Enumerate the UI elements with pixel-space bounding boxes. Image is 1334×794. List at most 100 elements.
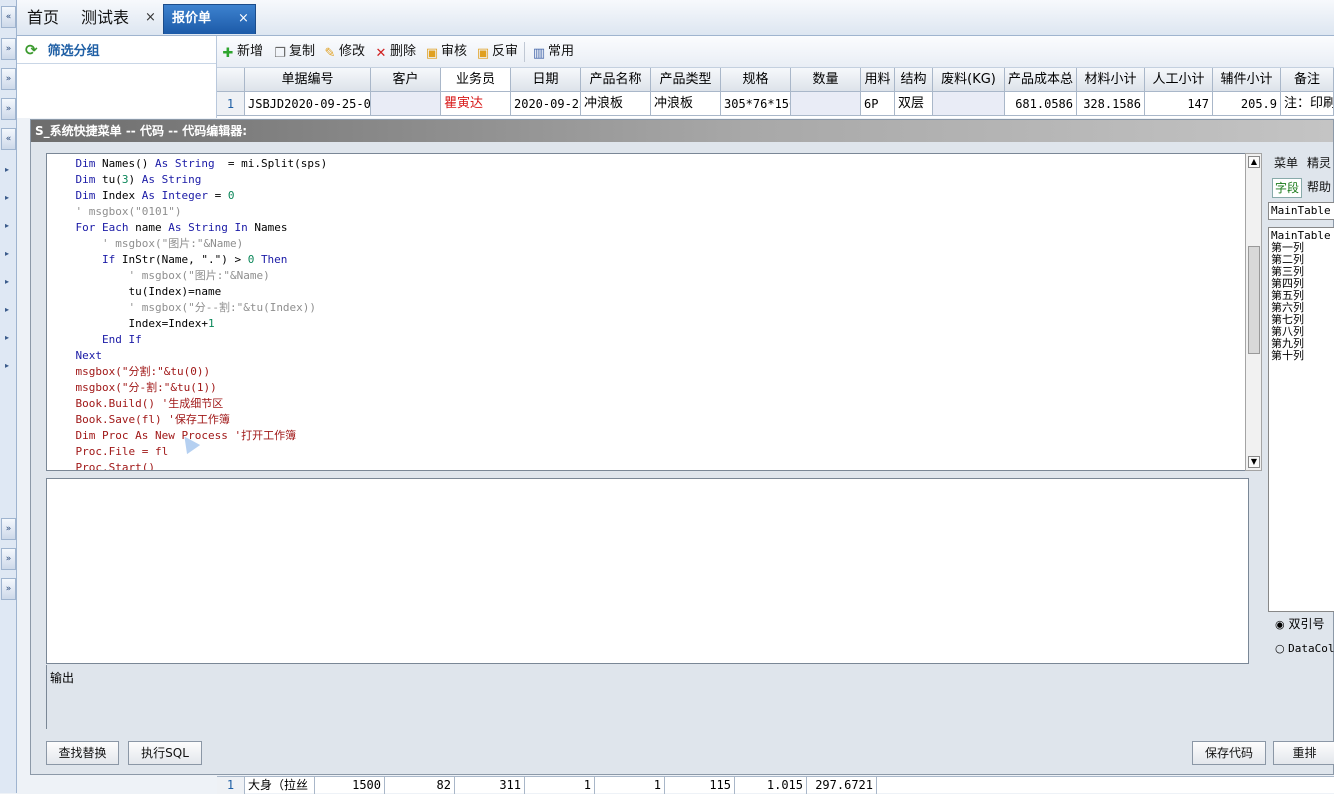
table-cell[interactable] xyxy=(791,92,861,116)
code-line: msgbox("分-割:"&tu(1)) xyxy=(49,380,217,396)
exec-sql-button[interactable]: 执行SQL xyxy=(128,741,202,765)
table-select[interactable]: MainTable xyxy=(1268,202,1334,220)
tab-wizard[interactable]: 精灵 xyxy=(1307,155,1331,171)
col-header-remark[interactable]: 备注 xyxy=(1281,68,1334,92)
table-cell[interactable]: 6P xyxy=(861,92,895,116)
table-cell[interactable]: JSBJD2020-09-25-01 xyxy=(245,92,371,116)
table-cell[interactable]: 205.9 xyxy=(1213,92,1281,116)
field-list[interactable]: MainTable 第一列 第二列 第三列 第四列 第五列 第六列 第七列 第八列 第九列 第十列 xyxy=(1268,227,1334,612)
scroll-up-icon[interactable]: ▲ xyxy=(1248,156,1260,168)
table-cell[interactable]: 1 xyxy=(525,777,595,794)
table-cell[interactable]: 1500 xyxy=(315,777,385,794)
radio-double-quote[interactable]: ◉ 双引号 xyxy=(1275,617,1324,632)
chevron-down-icon[interactable]: » xyxy=(1,518,16,540)
expand-arrow-icon[interactable]: ▸ xyxy=(5,277,11,289)
pencil-icon: ✎ xyxy=(324,46,336,61)
tab-menu[interactable]: 菜单 xyxy=(1274,155,1298,171)
row-index[interactable]: 1 xyxy=(217,777,245,794)
table-cell[interactable]: 82 xyxy=(385,777,455,794)
table-cell[interactable]: 冲浪板 xyxy=(651,92,721,116)
tab-home[interactable]: 首页 xyxy=(19,4,67,34)
toolbar: ✚ 新增 ❐ 复制 ✎ 修改 ✕ 删除 ▣ 审核 ▣ 反审 ▥ 常用 xyxy=(217,36,1334,68)
table-cell[interactable]: 1 xyxy=(595,777,665,794)
expand-arrow-icon[interactable]: ▸ xyxy=(5,165,11,177)
col-header-salesman[interactable]: 业务员 xyxy=(441,68,511,92)
result-textarea[interactable] xyxy=(46,478,1249,664)
collapse-icon[interactable]: « xyxy=(1,6,16,28)
table-cell[interactable] xyxy=(371,92,441,116)
find-replace-button[interactable]: 查找替换 xyxy=(46,741,119,765)
col-header-scrap[interactable]: 废料(KG) xyxy=(933,68,1005,92)
table-cell[interactable]: 2020-09-25 xyxy=(511,92,581,116)
code-token: Next xyxy=(75,349,103,362)
save-code-button[interactable]: 保存代码 xyxy=(1192,741,1266,765)
code-scrollbar[interactable]: ▲ ▼ xyxy=(1245,153,1262,471)
expand-arrow-icon[interactable]: ▸ xyxy=(5,249,11,261)
list-item[interactable]: 第十列 xyxy=(1271,350,1304,362)
chevron-down-icon[interactable]: » xyxy=(1,38,16,60)
chevron-down-icon[interactable]: » xyxy=(1,578,16,600)
table-cell[interactable]: 681.0586 xyxy=(1005,92,1077,116)
code-textarea[interactable]: Dim Names() As String = mi.Split(sps) Di… xyxy=(46,153,1249,471)
col-header-date[interactable]: 日期 xyxy=(511,68,581,92)
col-header-material[interactable]: 用料 xyxy=(861,68,895,92)
col-header-cost-total[interactable]: 产品成本总 xyxy=(1005,68,1077,92)
expand-arrow-icon[interactable]: ▸ xyxy=(5,193,11,205)
chevron-down-icon[interactable]: » xyxy=(1,548,16,570)
col-header-labor-subtotal[interactable]: 人工小计 xyxy=(1145,68,1213,92)
table-cell[interactable]: 1.015 xyxy=(735,777,807,794)
col-header-doc-no[interactable]: 单据编号 xyxy=(245,68,371,92)
col-header-quantity[interactable]: 数量 xyxy=(791,68,861,92)
filter-group-header[interactable]: ⟳ 筛选分组 xyxy=(17,36,216,64)
table-cell[interactable]: 328.1586 xyxy=(1077,92,1145,116)
table-cell[interactable]: 305*76*15C xyxy=(721,92,791,116)
refresh-icon[interactable]: ⟳ xyxy=(25,41,38,59)
col-header-product-name[interactable]: 产品名称 xyxy=(581,68,651,92)
audit-button[interactable]: ▣ 审核 xyxy=(425,43,467,61)
col-header-customer[interactable]: 客户 xyxy=(371,68,441,92)
table-cell[interactable]: 大身（拉丝 xyxy=(245,777,315,794)
table-cell[interactable]: 311 xyxy=(455,777,525,794)
tab-help[interactable]: 帮助 xyxy=(1307,179,1331,195)
col-header-material-subtotal[interactable]: 材料小计 xyxy=(1077,68,1145,92)
col-header-spec[interactable]: 规格 xyxy=(721,68,791,92)
table-cell[interactable] xyxy=(933,92,1005,116)
add-button[interactable]: ✚ 新增 xyxy=(221,43,263,61)
scroll-down-icon[interactable]: ▼ xyxy=(1248,456,1260,468)
table-cell[interactable]: 115 xyxy=(665,777,735,794)
unaudit-button[interactable]: ▣ 反审 xyxy=(476,43,518,61)
common-button[interactable]: ▥ 常用 xyxy=(532,43,574,61)
tab-quote[interactable]: 报价单 × xyxy=(163,4,256,34)
expand-arrow-icon[interactable]: ▸ xyxy=(5,361,11,373)
table-cell[interactable]: 注：印刷 xyxy=(1281,92,1334,116)
table-cell[interactable]: 297.6721 xyxy=(807,777,877,794)
col-header-accessory-subtotal[interactable]: 辅件小计 xyxy=(1213,68,1281,92)
row-index[interactable]: 1 xyxy=(217,92,245,116)
radio-datacol[interactable]: ○ DataCol xyxy=(1275,642,1334,656)
tab-test-table[interactable]: 测试表 xyxy=(73,4,137,34)
close-icon[interactable]: × xyxy=(238,5,249,33)
code-line: ' msgbox("0101") xyxy=(49,204,182,220)
expand-arrow-icon[interactable]: ▸ xyxy=(5,333,11,345)
table-cell-salesman[interactable]: 瞿寅达 xyxy=(441,92,511,116)
table-cell[interactable]: 147 xyxy=(1145,92,1213,116)
expand-arrow-icon[interactable]: ▸ xyxy=(5,221,11,233)
copy-button[interactable]: ❐ 复制 xyxy=(273,43,315,61)
chevron-down-icon[interactable]: » xyxy=(1,98,16,120)
scrollbar-thumb[interactable] xyxy=(1248,246,1260,354)
chevron-down-icon[interactable]: » xyxy=(1,68,16,90)
col-header-structure[interactable]: 结构 xyxy=(895,68,933,92)
table-cell[interactable]: 双层 xyxy=(895,92,933,116)
tab-field[interactable]: 字段 xyxy=(1272,178,1303,198)
editor-title[interactable]: S_系统快捷菜单 -- 代码 -- 代码编辑器: xyxy=(31,120,1333,142)
code-line: ' msgbox("图片:"&Name) xyxy=(49,268,269,284)
col-header-product-type[interactable]: 产品类型 xyxy=(651,68,721,92)
table-cell[interactable]: 冲浪板 xyxy=(581,92,651,116)
delete-button[interactable]: ✕ 删除 xyxy=(374,43,416,61)
expand-arrow-icon[interactable]: ▸ xyxy=(5,305,11,317)
code-line: Book.Save(fl) '保存工作簿 xyxy=(49,412,230,428)
reorder-button[interactable]: 重排 xyxy=(1273,741,1334,765)
chevron-up-icon[interactable]: « xyxy=(1,128,16,150)
edit-button[interactable]: ✎ 修改 xyxy=(323,43,365,61)
close-icon[interactable]: × xyxy=(145,10,156,25)
